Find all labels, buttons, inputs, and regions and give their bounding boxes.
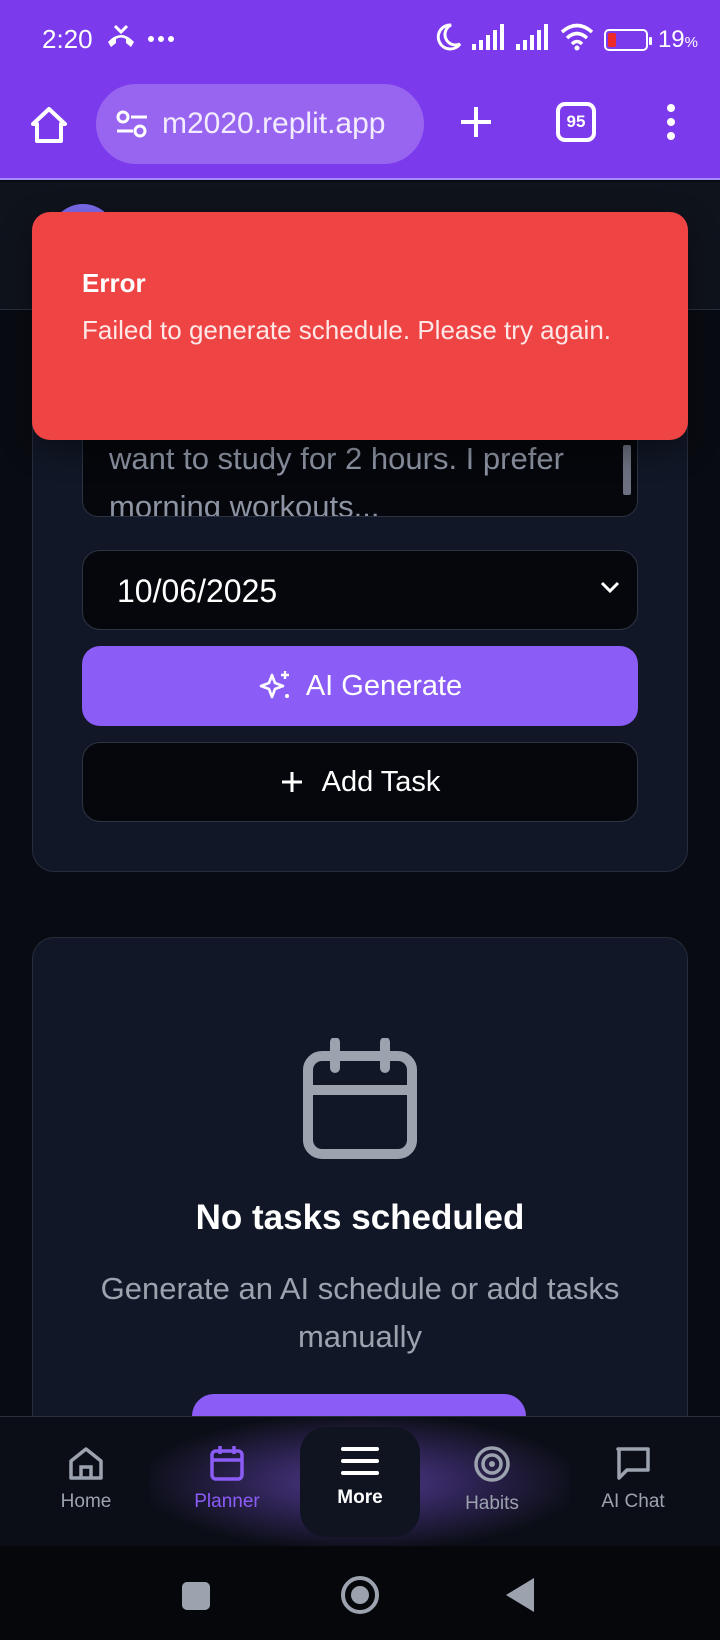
empty-state-card (32, 937, 688, 1457)
hamburger-icon (341, 1447, 379, 1475)
bottom-nav: Home Planner More Habits AI Chat (0, 1416, 720, 1547)
nav-ai-chat-label: AI Chat (601, 1491, 665, 1512)
date-select[interactable]: 10/06/2025 (82, 550, 638, 630)
wifi-icon (560, 23, 594, 56)
nav-habits[interactable]: Habits (427, 1445, 557, 1515)
browser-home-button[interactable] (24, 100, 74, 150)
plus-icon (281, 772, 302, 792)
nav-home[interactable]: Home (21, 1445, 151, 1513)
signal-icon (515, 24, 550, 55)
target-icon (474, 1446, 510, 1482)
ai-generate-label: AI Generate (305, 669, 463, 702)
chevron-down-icon (600, 581, 620, 594)
plus-icon (461, 107, 491, 137)
home-icon (31, 107, 67, 143)
nav-habits-label: Habits (465, 1493, 519, 1514)
nav-planner-label: Planner (194, 1491, 260, 1512)
add-task-button[interactable]: Add Task (82, 742, 638, 822)
browser-toolbar: m2020.replit.app 95 (0, 80, 720, 180)
system-nav-bar (0, 1546, 720, 1640)
browser-menu-button[interactable] (656, 100, 686, 144)
dot (667, 132, 675, 140)
error-toast[interactable]: Error Failed to generate schedule. Pleas… (32, 212, 688, 440)
new-tab-button[interactable] (454, 100, 498, 144)
sparkles-icon (259, 671, 289, 699)
calendar-icon (303, 1038, 417, 1159)
missed-call-icon (104, 22, 138, 57)
url-text: m2020.replit.app (162, 107, 386, 140)
toast-title: Error (82, 268, 146, 298)
site-settings-icon[interactable] (112, 104, 152, 144)
ai-generate-button[interactable]: AI Generate (82, 646, 638, 726)
nav-planner[interactable]: Planner (162, 1445, 292, 1513)
nav-home-label: Home (60, 1491, 112, 1512)
battery-icon (603, 28, 652, 51)
recents-button[interactable] (182, 1582, 210, 1610)
nav-more[interactable]: More (295, 1445, 425, 1509)
empty-state-subtitle: Generate an AI schedule or add tasks man… (100, 1271, 620, 1354)
chat-icon (616, 1447, 650, 1480)
moon-icon (434, 22, 462, 57)
system-home-button[interactable] (341, 1576, 379, 1614)
textarea-scrollbar[interactable] (623, 445, 631, 495)
dot (667, 104, 675, 112)
home-icon (69, 1447, 103, 1480)
nav-more-label: More (337, 1487, 383, 1508)
back-button[interactable] (506, 1578, 534, 1612)
nav-ai-chat[interactable]: AI Chat (568, 1445, 698, 1513)
status-time: 2:20 (42, 24, 93, 54)
textarea-placeholder: want to study for 2 hours. I prefer morn… (109, 441, 564, 517)
url-bar[interactable]: m2020.replit.app (96, 84, 424, 164)
empty-state-title: No tasks scheduled (195, 1198, 525, 1237)
add-task-label: Add Task (321, 765, 441, 798)
tab-switcher-button[interactable]: 95 (556, 102, 596, 142)
dot (667, 118, 675, 126)
signal-icon (471, 24, 506, 55)
battery-percent: 19% (657, 25, 698, 53)
more-dots-icon (148, 31, 174, 49)
toast-message: Failed to generate schedule. Please try … (82, 315, 612, 345)
status-bar: 2:20 19% (0, 0, 720, 80)
date-value: 10/06/2025 (117, 573, 278, 609)
calendar-icon (210, 1446, 244, 1481)
